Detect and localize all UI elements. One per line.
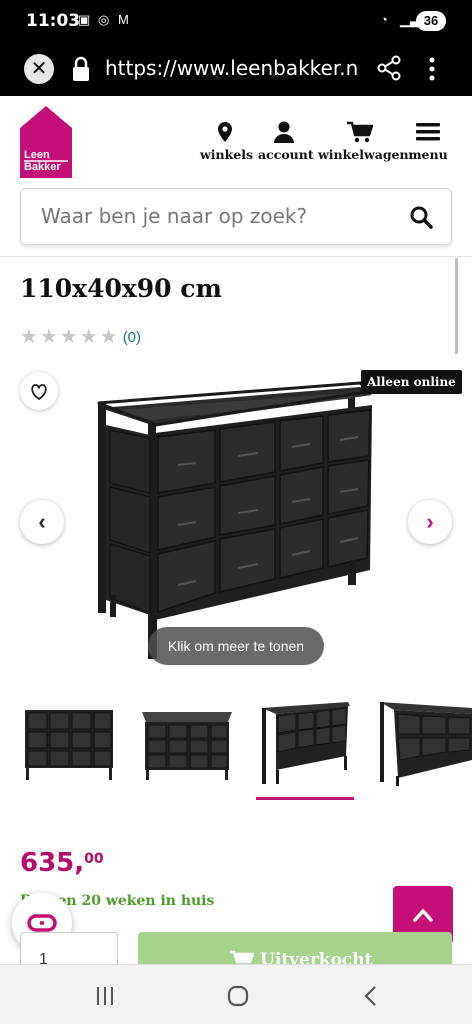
share-icon[interactable] [376,55,402,81]
show-more-tooltip[interactable]: Klik om meer te tonen [148,627,324,665]
close-tab-button[interactable]: ✕ [24,54,54,84]
rating-stars[interactable]: ★ ★ ★ ★ ★ (0) [20,327,141,347]
nav-menu[interactable]: menu [408,118,448,162]
gmail-icon: M [118,12,129,27]
battery-indicator: 36 [416,11,446,31]
thumbnail-dresser-top [142,712,232,780]
lock-icon [73,56,89,81]
star-icon: ★ [79,326,98,348]
nav-winkelwagen[interactable]: winkelwagen [318,118,409,162]
chrome-icon: ◎ [98,12,110,27]
leen-bakker-logo[interactable]: Leen Bakker [20,106,72,178]
chevron-left-icon: ‹ [38,509,46,534]
recent-apps-icon[interactable] [92,983,118,1009]
product-title: 110x40x90 cm [20,274,222,303]
home-icon[interactable] [225,983,251,1009]
nav-label-winkelwagen: winkelwagen [318,147,409,162]
url-bar[interactable]: https://www.leenbakker.nl/ka [105,56,360,80]
thumbnail-1[interactable] [22,698,116,790]
gallery-next-button[interactable]: › [408,500,452,544]
product-price: 635,00 [20,848,104,878]
price-decimals: 00 [84,851,104,867]
active-thumbnail-indicator [256,797,354,800]
logo-text-bakker: Bakker [24,161,61,173]
thumbnail-dresser-angle [262,702,350,784]
star-icon: ★ [20,326,38,348]
heart-icon [31,384,47,401]
nav-winkels[interactable]: winkels [200,118,253,162]
browser-toolbar: ✕ https://www.leenbakker.nl/ka [0,42,472,96]
wifi-icon: ◔ [380,12,388,27]
clock: 11:03 [26,11,81,31]
thumbnail-3-active[interactable] [258,698,352,790]
nav-label-winkels: winkels [200,147,253,162]
hamburger-icon [416,123,440,141]
search-placeholder: Waar ben je naar op zoek? [41,204,308,228]
nav-label-menu: menu [408,147,448,162]
thumbnail-4[interactable] [376,698,472,790]
star-icon: ★ [59,326,78,348]
star-icon: ★ [39,326,58,348]
chevron-right-icon: › [426,509,434,534]
logo-text-leen: Leen [24,149,50,161]
thumbnail-2[interactable] [140,698,234,790]
nav-label-account: account [258,147,314,162]
thumbnail-dresser-side [380,702,472,786]
star-icon: ★ [99,326,118,348]
page-scrollbar[interactable] [455,258,458,354]
online-only-badge: Alleen online [361,370,462,394]
user-icon [274,121,294,143]
search-icon[interactable] [409,205,433,229]
overflow-menu-icon[interactable] [422,54,442,84]
thumbnail-dresser-front [25,710,113,780]
status-bar: 11:03 ▣ ◎ M ◔ ▁▃▅ 36 [0,0,472,42]
search-input[interactable]: Waar ben je naar op zoek? [20,188,452,245]
screenshot-icon: ▣ [78,12,91,27]
back-icon[interactable] [358,983,384,1009]
price-integer: 635, [20,848,85,878]
favorite-button[interactable] [20,372,58,410]
cart-icon [347,121,373,143]
location-pin-icon [218,122,232,142]
header-divider [0,256,472,257]
gallery-prev-button[interactable]: ‹ [20,500,64,544]
system-navigation-bar [0,964,472,1024]
rating-count-link[interactable]: (0) [123,329,141,346]
nav-account[interactable]: account [258,118,314,162]
